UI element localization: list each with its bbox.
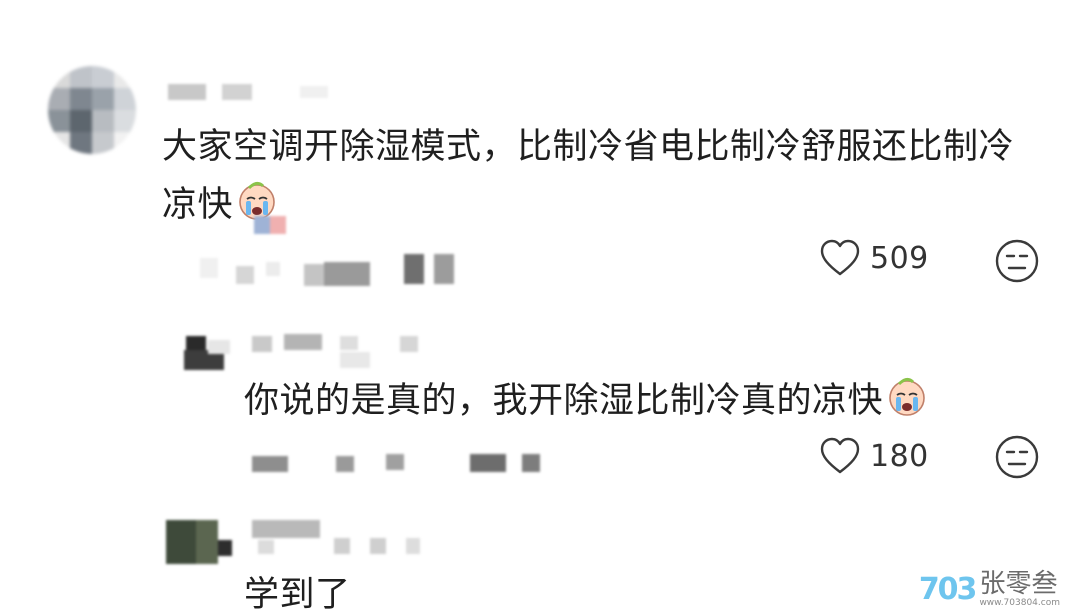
reply-text: 你说的是真的，我开除湿比制冷真的凉快 [244, 372, 1044, 430]
reply-text-body: 你说的是真的，我开除湿比制冷真的凉快 [244, 381, 884, 421]
watermark: 703 张零叁 www.703804.com [919, 570, 1060, 608]
watermark-name: 张零叁 [979, 569, 1058, 599]
comment-thread: 大家空调开除湿模式，比制冷省电比制冷舒服还比制冷 凉快 509 你说的是真的，我… [0, 0, 1080, 616]
watermark-logo: 703 [918, 571, 978, 607]
expressionless-face-icon[interactable] [994, 238, 1040, 284]
avatar[interactable] [48, 66, 136, 154]
comment-text-line: 大家空调开除湿模式，比制冷省电比制冷舒服还比制冷 [162, 127, 1015, 167]
like-button[interactable]: 180 [818, 434, 929, 478]
watermark-url: www.703804.com [979, 598, 1060, 608]
comment-text: 大家空调开除湿模式，比制冷省电比制冷舒服还比制冷 凉快 [162, 118, 1062, 234]
like-button[interactable]: 509 [818, 236, 929, 280]
reply-text: 学到了 [244, 575, 351, 615]
like-count: 180 [870, 438, 929, 474]
crying-face-emoji [889, 377, 925, 416]
like-count: 509 [870, 240, 929, 276]
watermark-text: 张零叁 www.703804.com [979, 570, 1060, 608]
comment-text-tail: 凉快 [162, 185, 234, 225]
expressionless-face-icon[interactable] [994, 434, 1040, 480]
heart-outline-icon [820, 239, 860, 276]
comment-text-line: 凉快 [162, 176, 1062, 234]
heart-outline-icon [820, 437, 860, 474]
watermark-logo-text: 703 [918, 571, 978, 607]
